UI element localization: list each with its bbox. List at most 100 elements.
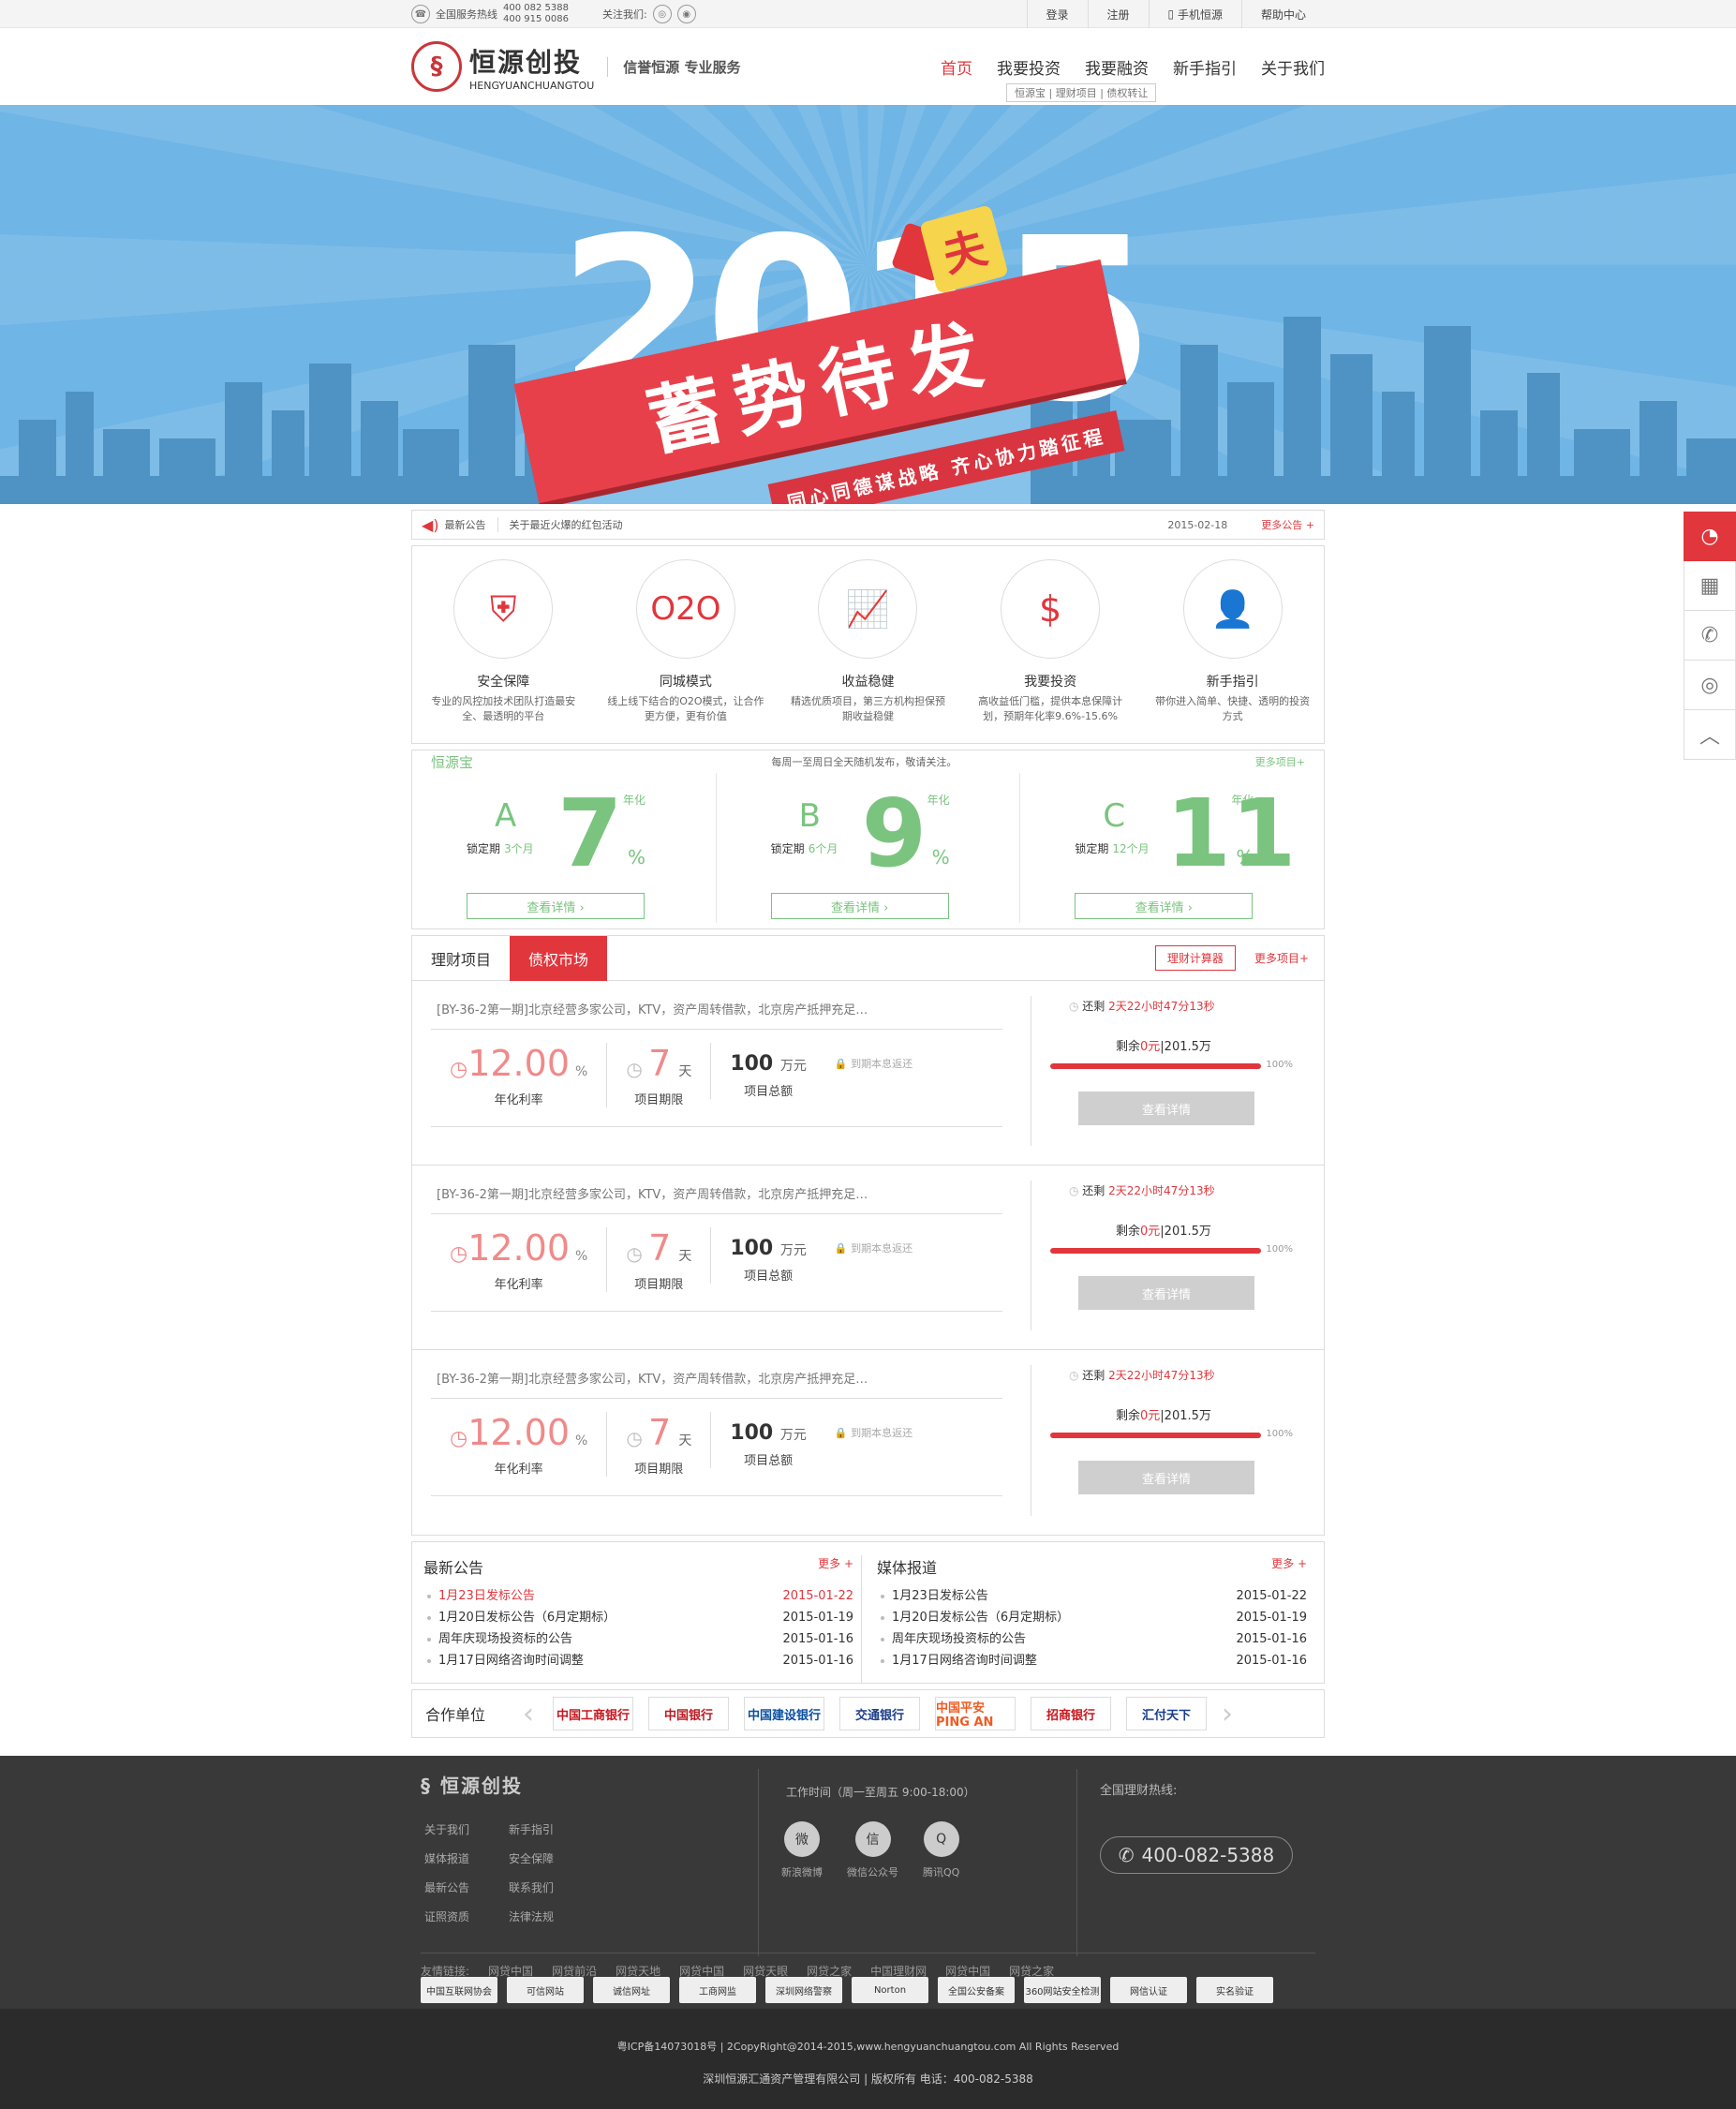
- weibo-icon: 微: [784, 1821, 820, 1857]
- feature-desc: 精选优质项目，第三方机构担保预期收益稳健: [790, 695, 945, 722]
- partner-logo[interactable]: 中国工商银行: [553, 1697, 634, 1730]
- chevron-left-icon[interactable]: ‹: [523, 1698, 534, 1730]
- login-link[interactable]: 登录: [1026, 0, 1088, 28]
- news-section: 最新公告 更多 + 1月23日发标公告 2015-01-22 1月20日发标公告（6月…: [411, 1541, 1325, 1684]
- view-details-button[interactable]: 查看详情: [1078, 1092, 1254, 1125]
- feature-invest[interactable]: $ 我要投资 高收益低门槛，提供本息保障计划，预期年化率9.6%-15.6%: [959, 546, 1142, 743]
- weibo-icon[interactable]: ◉: [676, 5, 696, 23]
- tab-debt-market[interactable]: 债权市场: [510, 935, 608, 981]
- chevron-right-icon[interactable]: ›: [1222, 1698, 1233, 1730]
- hyb-rate: 9: [861, 779, 927, 888]
- news-item[interactable]: 1月20日发标公告（6月定期标） 2015-01-19: [423, 1607, 861, 1628]
- news-title: 1月23日发标公告: [892, 1589, 988, 1603]
- qq-icon[interactable]: ◔: [1684, 512, 1736, 561]
- partner-logo[interactable]: 中国建设银行: [744, 1697, 825, 1730]
- footer-link[interactable]: 联系我们: [509, 1879, 593, 1895]
- cert-badge[interactable]: 中国互联网协会: [421, 1977, 497, 2003]
- social-label: 腾讯QQ: [923, 1866, 960, 1879]
- top-links: 登录 注册 ▯ 手机恒源 帮助中心: [1026, 0, 1325, 28]
- calculator-button[interactable]: 理财计算器: [1154, 945, 1236, 971]
- footer-link[interactable]: 证照资质: [424, 1908, 509, 1924]
- social-weibo-icon[interactable]: 微新浪微博: [781, 1821, 823, 1879]
- footer-link[interactable]: 媒体报道: [424, 1850, 509, 1866]
- help-link[interactable]: 帮助中心: [1240, 0, 1325, 28]
- nav-guide[interactable]: 新手指引: [1173, 55, 1237, 79]
- feature-o2o[interactable]: O2O 同城模式 线上线下结合的O2O模式，让合作更方便，更有价值: [595, 546, 778, 743]
- wechat-icon[interactable]: ◎: [652, 5, 672, 23]
- cert-badge[interactable]: Norton: [852, 1977, 928, 2003]
- cert-badge[interactable]: 可信网站: [507, 1977, 584, 2003]
- hero-banner[interactable]: 2015 夫 蓄势待发 同心同德谋战略 齐心协力踏征程: [0, 105, 1736, 504]
- cert-name: 深圳网络警察: [776, 1986, 832, 1998]
- news-date: 2015-01-16: [782, 1632, 853, 1646]
- news-item[interactable]: 1月17日网络咨询时间调整 2015-01-16: [877, 1650, 1314, 1671]
- back-to-top-icon[interactable]: ︿: [1684, 710, 1736, 760]
- nav-invest[interactable]: 我要投资: [997, 55, 1061, 79]
- tab-financial-projects[interactable]: 理财项目: [412, 936, 510, 981]
- news-item[interactable]: 1月17日网络咨询时间调整 2015-01-16: [423, 1650, 861, 1671]
- wechat-icon[interactable]: ◎: [1684, 661, 1736, 710]
- news-date: 2015-01-16: [1236, 1654, 1307, 1668]
- news-item[interactable]: 1月23日发标公告 2015-01-22: [877, 1585, 1314, 1607]
- calculator-icon[interactable]: ▦: [1684, 561, 1736, 611]
- project-total: 100 万元 项目总额: [710, 1227, 825, 1284]
- project-title[interactable]: [BY-36-2第一期]北京经营多家公司，KTV，资产周转借款，北京房产抵押充足…: [431, 996, 1002, 1030]
- feature-security[interactable]: ⛨ 安全保障 专业的风控加技术团队打造最安全、最透明的平台: [412, 546, 595, 743]
- nav-finance[interactable]: 我要融资: [1085, 55, 1149, 79]
- nav-about[interactable]: 关于我们: [1261, 55, 1325, 79]
- shield-icon: ⛨: [453, 559, 554, 659]
- copyright-line: 粤ICP备14073018号 | 2CopyRight@2014-2015,ww…: [616, 2041, 1120, 2053]
- footer-link[interactable]: 安全保障: [509, 1850, 593, 1866]
- phone-icon[interactable]: ✆: [1684, 611, 1736, 661]
- footer-link[interactable]: 关于我们: [424, 1821, 509, 1837]
- mobile-link[interactable]: ▯ 手机恒源: [1148, 0, 1241, 28]
- partner-logo[interactable]: 中国平安 PING AN: [935, 1697, 1016, 1730]
- hyb-details-button[interactable]: 查看详情 ›: [467, 893, 645, 919]
- footer-link[interactable]: 最新公告: [424, 1879, 509, 1895]
- social-wechat-icon[interactable]: 信微信公众号: [847, 1821, 898, 1879]
- social-qq-icon[interactable]: Q 腾讯QQ: [923, 1821, 959, 1879]
- notices-more-link[interactable]: 更多 +: [818, 1555, 853, 1578]
- partner-logo[interactable]: 中国银行: [648, 1697, 730, 1730]
- news-item[interactable]: 周年庆现场投资标的公告 2015-01-16: [423, 1628, 861, 1650]
- footer-link[interactable]: 法律法规: [509, 1908, 593, 1924]
- cert-badge[interactable]: 全国公安备案: [938, 1977, 1015, 2003]
- cert-badge[interactable]: 360网站安全检测: [1024, 1977, 1101, 2003]
- nav-home[interactable]: 首页: [941, 55, 972, 79]
- feature-returns[interactable]: 📈 收益稳健 精选优质项目，第三方机构担保预期收益稳健: [777, 546, 959, 743]
- logo[interactable]: § 恒源创投 HENGYUANCHUANGTOU: [411, 41, 594, 92]
- media-more-link[interactable]: 更多 +: [1271, 1555, 1307, 1578]
- news-item[interactable]: 1月20日发标公告（6月定期标） 2015-01-19: [877, 1607, 1314, 1628]
- footer-phone[interactable]: ✆ 400-082-5388: [1100, 1836, 1293, 1874]
- repayment-info: 到期本息返还: [851, 1242, 913, 1255]
- news-item[interactable]: 周年庆现场投资标的公告 2015-01-16: [877, 1628, 1314, 1650]
- feature-desc: 线上线下结合的O2O模式，让合作更方便，更有价值: [607, 695, 764, 722]
- invest-subnav[interactable]: 恒源宝 | 理财项目 | 债权转让: [1006, 82, 1157, 102]
- project-title[interactable]: [BY-36-2第一期]北京经营多家公司，KTV，资产周转借款，北京房产抵押充足…: [431, 1365, 1002, 1399]
- hyb-more-link[interactable]: 更多项目+: [1255, 754, 1305, 769]
- copyright-bar: 粤ICP备14073018号 | 2CopyRight@2014-2015,ww…: [0, 2009, 1736, 2109]
- cert-badge[interactable]: 深圳网络警察: [765, 1977, 842, 2003]
- hyb-lock-label: 锁定期: [770, 842, 805, 855]
- partner-logo[interactable]: 招商银行: [1031, 1697, 1112, 1730]
- term-unit: 天: [678, 1249, 692, 1264]
- partner-logo[interactable]: 交通银行: [839, 1697, 921, 1730]
- cert-badge[interactable]: 网信认证: [1110, 1977, 1187, 2003]
- view-details-button[interactable]: 查看详情: [1078, 1276, 1254, 1310]
- cert-badge[interactable]: 诚信网址: [593, 1977, 670, 2003]
- project-rate: ◷12.00% 年化利率: [431, 1043, 606, 1107]
- hyb-details-button[interactable]: 查看详情 ›: [770, 893, 949, 919]
- projects-more-link[interactable]: 更多项目+: [1254, 950, 1309, 966]
- cert-badge[interactable]: 工商网监: [679, 1977, 756, 2003]
- cert-badge[interactable]: 实名验证: [1196, 1977, 1273, 2003]
- notice-more-link[interactable]: 更多公告 +: [1261, 517, 1314, 532]
- partner-logo[interactable]: 汇付天下: [1126, 1697, 1208, 1730]
- view-details-button[interactable]: 查看详情: [1078, 1461, 1254, 1494]
- news-item[interactable]: 1月23日发标公告 2015-01-22: [423, 1585, 861, 1607]
- hyb-details-button[interactable]: 查看详情 ›: [1075, 893, 1254, 919]
- footer-link[interactable]: 新手指引: [509, 1821, 593, 1837]
- register-link[interactable]: 注册: [1087, 0, 1149, 28]
- feature-guide[interactable]: 👤 新手指引 带你进入简单、快捷、透明的投资方式: [1141, 546, 1324, 743]
- notice-text[interactable]: 关于最近火爆的红包活动: [510, 517, 623, 532]
- project-title[interactable]: [BY-36-2第一期]北京经营多家公司，KTV，资产周转借款，北京房产抵押充足…: [431, 1181, 1002, 1214]
